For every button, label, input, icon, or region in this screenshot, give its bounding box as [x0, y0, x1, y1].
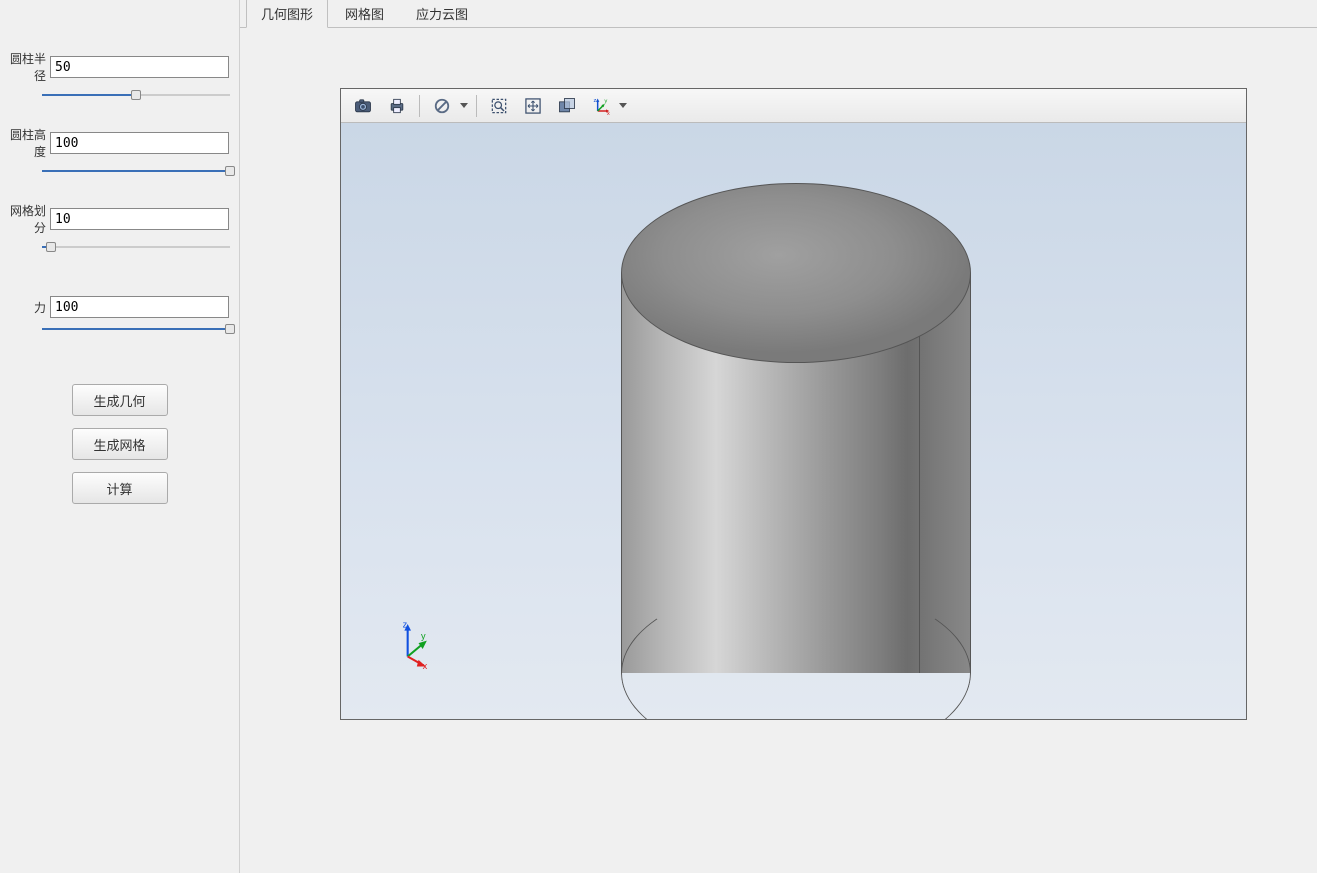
chevron-down-icon — [460, 103, 468, 109]
input-force[interactable] — [50, 296, 229, 318]
label-height: 圆柱高度 — [10, 126, 50, 160]
triad-icon: z y x — [391, 619, 441, 669]
print-button[interactable] — [381, 92, 413, 120]
triad-y-label: y — [421, 631, 426, 641]
action-button-column: 生成几何 生成网格 计算 — [10, 384, 229, 504]
compute-button[interactable]: 计算 — [72, 472, 168, 504]
slider-mesh[interactable] — [42, 240, 230, 254]
tab-content-geometry: z y x — [240, 28, 1317, 760]
axes-orientation-icon: z y x — [591, 96, 611, 116]
slider-wrap-radius — [10, 88, 229, 102]
toolbar-separator — [476, 95, 477, 117]
param-row-radius: 圆柱半径 — [10, 50, 229, 84]
param-row-mesh: 网格划分 — [10, 202, 229, 236]
tab-stress[interactable]: 应力云图 — [401, 0, 483, 27]
slider-force[interactable] — [42, 322, 230, 336]
label-mesh: 网格划分 — [10, 202, 50, 236]
slider-wrap-force — [10, 322, 229, 336]
main-area: 几何图形 网格图 应力云图 — [240, 0, 1317, 873]
tab-mesh[interactable]: 网格图 — [330, 0, 399, 27]
viewer-toolbar: z y x — [341, 89, 1246, 123]
input-radius[interactable] — [50, 56, 229, 78]
toolbar-separator — [419, 95, 420, 117]
axes-orientation-dropdown[interactable]: z y x — [585, 92, 629, 120]
axes-orientation-button[interactable]: z y x — [585, 92, 617, 120]
transparency-icon — [557, 96, 577, 116]
label-radius: 圆柱半径 — [10, 50, 50, 84]
tab-bar: 几何图形 网格图 应力云图 — [240, 0, 1317, 28]
no-sign-icon — [432, 96, 452, 116]
slider-wrap-mesh — [10, 240, 229, 254]
print-icon — [387, 96, 407, 116]
dropdown-arrow[interactable] — [617, 92, 629, 120]
slider-height[interactable] — [42, 164, 230, 178]
3d-viewport[interactable]: z y x — [341, 123, 1246, 719]
triad-z-label: z — [403, 619, 408, 629]
param-row-force: 力 — [10, 296, 229, 318]
fit-to-window-button[interactable] — [517, 92, 549, 120]
generate-mesh-button[interactable]: 生成网格 — [72, 428, 168, 460]
geometry-cylinder — [621, 183, 971, 673]
camera-icon — [353, 96, 373, 116]
no-sign-button[interactable] — [426, 92, 458, 120]
param-row-height: 圆柱高度 — [10, 126, 229, 160]
orientation-triad: z y x — [391, 619, 441, 669]
slider-radius[interactable] — [42, 88, 230, 102]
camera-snapshot-button[interactable] — [347, 92, 379, 120]
slider-wrap-height — [10, 164, 229, 178]
svg-text:y: y — [604, 98, 607, 104]
no-sign-dropdown[interactable] — [426, 92, 470, 120]
rubber-band-zoom-icon — [489, 96, 509, 116]
sidebar-parameters: 圆柱半径 圆柱高度 网格划分 力 — [0, 0, 240, 873]
svg-text:z: z — [594, 97, 597, 103]
label-force: 力 — [10, 299, 50, 316]
triad-x-label: x — [423, 661, 428, 669]
generate-geometry-button[interactable]: 生成几何 — [72, 384, 168, 416]
input-mesh[interactable] — [50, 208, 229, 230]
input-height[interactable] — [50, 132, 229, 154]
transparency-button[interactable] — [551, 92, 583, 120]
svg-text:x: x — [607, 111, 610, 116]
viewer-frame: z y x — [340, 88, 1247, 720]
fit-to-window-icon — [523, 96, 543, 116]
dropdown-arrow[interactable] — [458, 92, 470, 120]
tab-geometry[interactable]: 几何图形 — [246, 0, 328, 28]
chevron-down-icon — [619, 103, 627, 109]
rubber-band-zoom-button[interactable] — [483, 92, 515, 120]
